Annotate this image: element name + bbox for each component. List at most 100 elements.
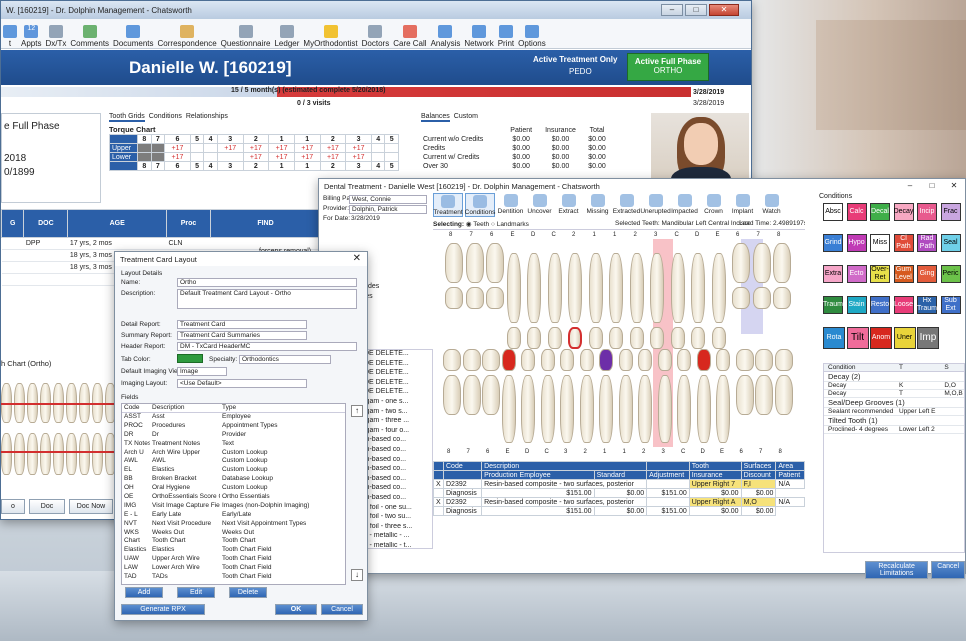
tool-watch[interactable]: Watch xyxy=(758,193,785,217)
doc-button-doc-now[interactable]: Doc Now xyxy=(69,499,113,514)
torque-cell[interactable]: +17 xyxy=(268,152,295,162)
torque-cell[interactable]: +17 xyxy=(345,152,372,162)
close-button[interactable]: ✕ xyxy=(709,4,739,16)
condition-group[interactable]: Seal/Deep Grooves (1) xyxy=(824,398,964,408)
upper-tooth[interactable] xyxy=(486,243,504,283)
table-row[interactable]: Diagnosis $151.00 $0.00 $151.00 $0.00 $0.00 xyxy=(433,506,805,516)
list-item[interactable]: in-based co... xyxy=(364,465,432,475)
torque-cell[interactable]: 4 xyxy=(203,134,218,144)
upper-crown[interactable] xyxy=(650,327,664,349)
table-row[interactable]: Elastics Elastics Tooth Chart Field xyxy=(122,546,345,555)
condition-rad-path[interactable]: Rad Path xyxy=(917,234,937,252)
list-item[interactable]: in-based co... xyxy=(364,456,432,466)
table-row[interactable]: Proclined- 4 degrees Lower Left 2 xyxy=(824,426,964,434)
torque-cell[interactable] xyxy=(189,143,205,153)
fields-list[interactable]: Code Description Type ASST Asst Employee PROC P… xyxy=(121,403,346,585)
condition-seal[interactable]: Seal xyxy=(940,234,961,252)
teeth-radio[interactable]: ◉ Teeth xyxy=(466,221,489,228)
torque-cell[interactable]: 7 xyxy=(150,161,166,171)
table-row[interactable]: NVT Next Visit Procedure Next Visit Appoin… xyxy=(122,520,345,529)
condition-imp[interactable]: Imp xyxy=(917,327,939,349)
lower-tooth[interactable] xyxy=(443,375,461,415)
upper-tooth[interactable] xyxy=(547,253,562,323)
provider-select[interactable]: Dolphin, Patrick xyxy=(349,205,427,214)
list-item[interactable]: y - metallic - ... xyxy=(364,532,432,542)
condition-anom[interactable]: Anom xyxy=(870,327,892,349)
torque-cell[interactable]: 1 xyxy=(268,134,295,144)
torque-cell[interactable] xyxy=(150,152,166,162)
tab-conditions[interactable]: Conditions xyxy=(149,113,182,122)
tab-relationships[interactable]: Relationships xyxy=(186,113,228,122)
tool-missing[interactable]: Missing xyxy=(584,193,611,217)
list-item[interactable]: in-based co... xyxy=(364,475,432,485)
torque-cell[interactable]: +17 xyxy=(293,143,321,153)
table-row[interactable]: E - L Early Late Early/Late xyxy=(122,511,345,520)
toolbar-print[interactable]: Print xyxy=(498,25,514,48)
lower-tooth[interactable] xyxy=(599,375,613,443)
lower-tooth[interactable] xyxy=(774,375,793,415)
upper-tooth[interactable] xyxy=(773,243,791,283)
lower-crown[interactable] xyxy=(443,349,461,371)
lower-tooth[interactable] xyxy=(66,433,77,475)
tool-dentition[interactable]: Dentition xyxy=(497,193,524,217)
table-row[interactable]: DR Dr Provider xyxy=(122,431,345,440)
ok-button[interactable]: OK xyxy=(275,604,317,615)
move-down-icon[interactable]: ↓ xyxy=(351,569,363,581)
lower-tooth[interactable] xyxy=(79,433,90,475)
torque-cell[interactable]: 4 xyxy=(370,161,386,171)
table-row[interactable]: TAD TADs Tooth Chart Field xyxy=(122,573,345,582)
torque-cell[interactable]: +17 xyxy=(345,143,372,153)
torque-cell[interactable]: 2 xyxy=(319,134,347,144)
list-item[interactable]: lgam - four o... xyxy=(364,427,432,437)
list-item[interactable]: lgam - one s... xyxy=(364,398,432,408)
torque-cell[interactable]: 5 xyxy=(189,161,205,171)
torque-cell[interactable]: +17 xyxy=(319,152,347,162)
torque-cell[interactable]: 4 xyxy=(370,134,386,144)
active-full-phase-badge[interactable]: Active Full Phase ORTHO xyxy=(627,53,709,81)
table-row[interactable]: WKS Weeks Out Weeks Out xyxy=(122,529,345,538)
table-row[interactable]: OH Oral Hygiene Custom Lookup xyxy=(122,484,345,493)
table-row[interactable]: AWL AWL Custom Lookup xyxy=(122,457,345,466)
lower-tooth[interactable] xyxy=(462,375,481,415)
landmarks-radio[interactable]: ○ Landmarks xyxy=(491,221,529,228)
table-row[interactable]: Sealant recommended Upper Left E xyxy=(824,408,964,416)
torque-cell[interactable]: 2 xyxy=(242,161,270,171)
specialty-select[interactable]: Orthodontics xyxy=(239,355,331,364)
lower-tooth[interactable] xyxy=(14,433,25,475)
upper-tooth[interactable] xyxy=(691,253,705,323)
toolbar-network[interactable]: Network xyxy=(464,25,494,48)
torque-cell[interactable] xyxy=(203,152,218,162)
upper-crown[interactable] xyxy=(732,287,750,309)
upper-tooth[interactable] xyxy=(588,253,603,323)
condition-grind[interactable]: Grind xyxy=(823,234,843,252)
list-item[interactable]: lgam - two s... xyxy=(364,408,432,418)
list-item[interactable]: DE DELETE... xyxy=(364,369,432,379)
lower-tooth[interactable] xyxy=(560,375,574,443)
toolbar-appts[interactable]: 12 Appts xyxy=(21,25,41,48)
table-row[interactable]: OE OrthoEssentials Score CardOrtho Essent… xyxy=(122,493,345,502)
lower-crown[interactable] xyxy=(618,349,633,371)
condition-over-ret[interactable]: Over-Ret xyxy=(870,265,890,283)
imaging-view-field[interactable]: Image xyxy=(177,367,227,376)
detail-field[interactable]: Treatment Card xyxy=(177,320,307,329)
torque-cell[interactable]: 8 xyxy=(137,161,152,171)
tool-extract[interactable]: Extract xyxy=(555,193,582,217)
lower-crown[interactable] xyxy=(755,349,773,371)
table-row[interactable]: EL Elastics Custom Lookup xyxy=(122,466,345,475)
torque-cell[interactable]: 5 xyxy=(384,134,399,144)
condition-decay[interactable]: Decay xyxy=(893,203,914,221)
condition-cl-path[interactable]: Cl Path xyxy=(893,234,914,252)
table-row[interactable]: PROC Procedures Appointment Types xyxy=(122,422,345,431)
condition-loose[interactable]: Loose xyxy=(893,296,914,314)
condition-decal[interactable]: Decal xyxy=(870,203,890,221)
upper-tooth[interactable] xyxy=(465,243,484,283)
list-item[interactable]: DE DELETE... xyxy=(364,360,432,370)
table-row[interactable]: Arch U Arch Wire Upper Custom Lookup xyxy=(122,449,345,458)
condition-calc[interactable]: Calc xyxy=(846,203,867,221)
torque-cell[interactable] xyxy=(384,152,399,162)
toolbar-doctors[interactable]: Doctors xyxy=(362,25,389,48)
upper-crown[interactable] xyxy=(445,287,463,309)
card-cancel-button[interactable]: Cancel xyxy=(321,604,363,615)
list-item[interactable]: lgam - three ... xyxy=(364,417,432,427)
lower-crown[interactable] xyxy=(501,349,516,371)
